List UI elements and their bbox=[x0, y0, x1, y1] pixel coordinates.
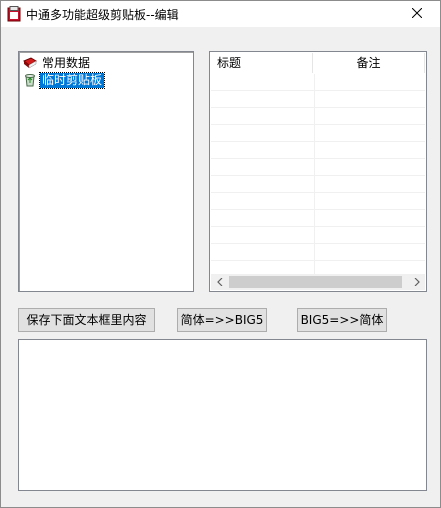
list-row[interactable] bbox=[211, 74, 425, 91]
red-book-icon bbox=[23, 56, 37, 70]
list-row[interactable] bbox=[211, 210, 425, 227]
save-text-button[interactable]: 保存下面文本框里内容 bbox=[18, 308, 155, 332]
chevron-left-icon bbox=[216, 275, 223, 289]
tree-item-label: 常用数据 bbox=[42, 55, 91, 70]
list-row[interactable] bbox=[211, 193, 425, 210]
scroll-left-button[interactable] bbox=[211, 274, 228, 290]
list-row[interactable] bbox=[211, 176, 425, 193]
list-row[interactable] bbox=[211, 244, 425, 261]
content-textarea[interactable] bbox=[18, 339, 427, 491]
list-row[interactable] bbox=[211, 91, 425, 108]
column-header-note[interactable]: 备注 bbox=[313, 53, 425, 73]
close-button[interactable] bbox=[394, 1, 440, 27]
list-row[interactable] bbox=[211, 125, 425, 142]
clip-list[interactable]: 标题 备注 bbox=[209, 51, 427, 292]
tree-item-common-data[interactable]: 常用数据 bbox=[23, 55, 92, 71]
scrollbar-thumb[interactable] bbox=[229, 276, 402, 288]
convert-to-big5-button[interactable]: 简体=>>BIG5 bbox=[177, 308, 267, 332]
main-window: 中通多功能超级剪贴板--编辑 常用数据 临时剪贴板 标题 备注 保存下面文本框里… bbox=[0, 0, 441, 508]
close-icon bbox=[411, 7, 423, 21]
list-row[interactable] bbox=[211, 108, 425, 125]
column-header-title[interactable]: 标题 bbox=[211, 53, 313, 73]
tree-item-temp-clipboard[interactable]: 临时剪贴板 bbox=[23, 71, 106, 89]
list-header: 标题 备注 bbox=[211, 53, 425, 73]
title-bar[interactable]: 中通多功能超级剪贴板--编辑 bbox=[1, 1, 440, 27]
scroll-right-button[interactable] bbox=[408, 274, 425, 290]
category-tree[interactable]: 常用数据 临时剪贴板 bbox=[18, 51, 194, 292]
chevron-right-icon bbox=[414, 275, 420, 289]
convert-to-simplified-button[interactable]: BIG5=>>简体 bbox=[297, 308, 387, 332]
list-row[interactable] bbox=[211, 227, 425, 244]
window-title: 中通多功能超级剪贴板--编辑 bbox=[26, 8, 179, 22]
app-clipboard-icon bbox=[7, 6, 21, 22]
recycle-bin-icon bbox=[23, 73, 37, 87]
list-row[interactable] bbox=[211, 159, 425, 176]
horizontal-scrollbar[interactable] bbox=[211, 274, 425, 290]
list-body[interactable] bbox=[211, 74, 425, 278]
list-row[interactable] bbox=[211, 142, 425, 159]
tree-item-label: 临时剪贴板 bbox=[38, 71, 106, 89]
